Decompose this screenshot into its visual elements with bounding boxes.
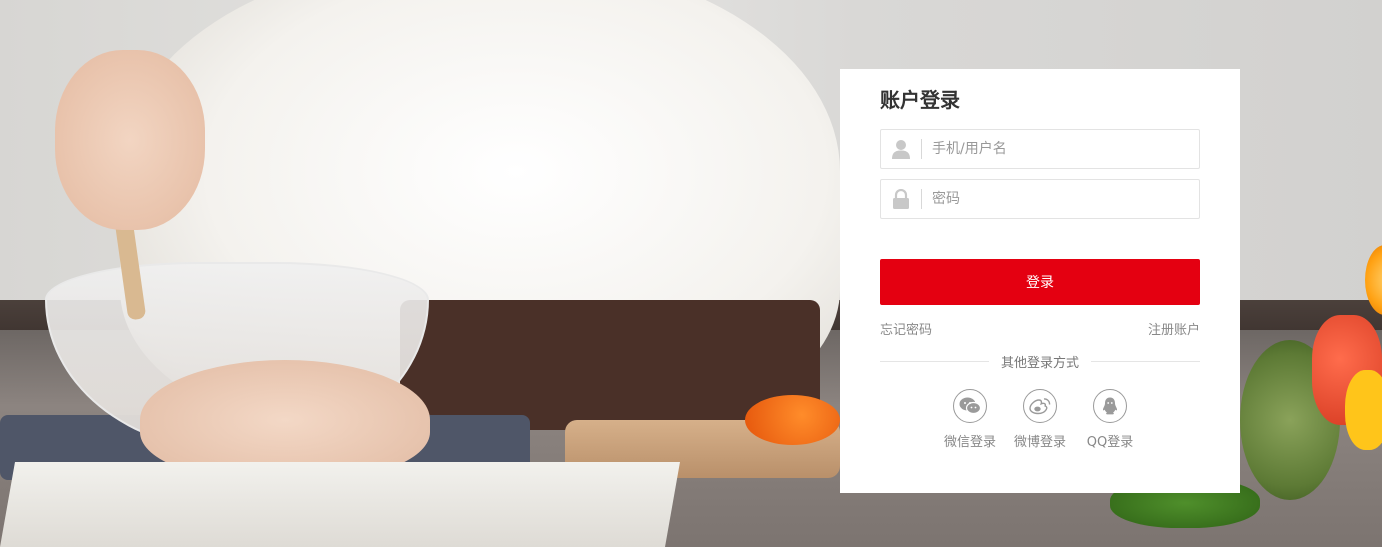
- register-link[interactable]: 注册账户: [1148, 319, 1200, 338]
- field-separator: [921, 189, 922, 209]
- divider-line: [880, 361, 989, 362]
- login-title: 账户登录: [880, 88, 960, 112]
- divider-line: [1091, 361, 1201, 362]
- username-field[interactable]: [880, 129, 1200, 169]
- wechat-login-label: 微信登录: [944, 435, 997, 450]
- other-methods-label: 其他登录方式: [1001, 356, 1080, 371]
- other-methods-divider: 其他登录方式: [880, 352, 1201, 371]
- weibo-login-label: 微博登录: [1014, 435, 1067, 450]
- login-panel: 账户登录 登录 忘记密码 注册账户 其他登录方式: [840, 69, 1240, 493]
- password-field[interactable]: [880, 179, 1200, 219]
- lock-icon: [881, 180, 921, 218]
- recipe-book-image: [0, 462, 680, 547]
- tomato-image: [745, 395, 840, 445]
- wechat-login-button[interactable]: 微信登录: [944, 389, 996, 450]
- login-button[interactable]: 登录: [880, 259, 1200, 305]
- hand-image: [55, 50, 205, 230]
- user-icon: [881, 130, 921, 168]
- weibo-icon: [1023, 389, 1057, 423]
- yellow-pepper-image: [1345, 370, 1382, 450]
- forgot-password-link[interactable]: 忘记密码: [880, 319, 932, 338]
- account-links: 忘记密码 注册账户: [880, 319, 1200, 338]
- qq-icon: [1093, 389, 1127, 423]
- field-separator: [921, 139, 922, 159]
- wechat-icon: [953, 389, 987, 423]
- qq-login-label: QQ登录: [1086, 435, 1134, 450]
- social-login-list: 微信登录 微博登录 QQ登录: [880, 389, 1200, 450]
- username-input[interactable]: [932, 131, 1199, 167]
- weibo-login-button[interactable]: 微博登录: [1014, 389, 1066, 450]
- password-input[interactable]: [932, 181, 1199, 217]
- qq-login-button[interactable]: QQ登录: [1084, 389, 1136, 450]
